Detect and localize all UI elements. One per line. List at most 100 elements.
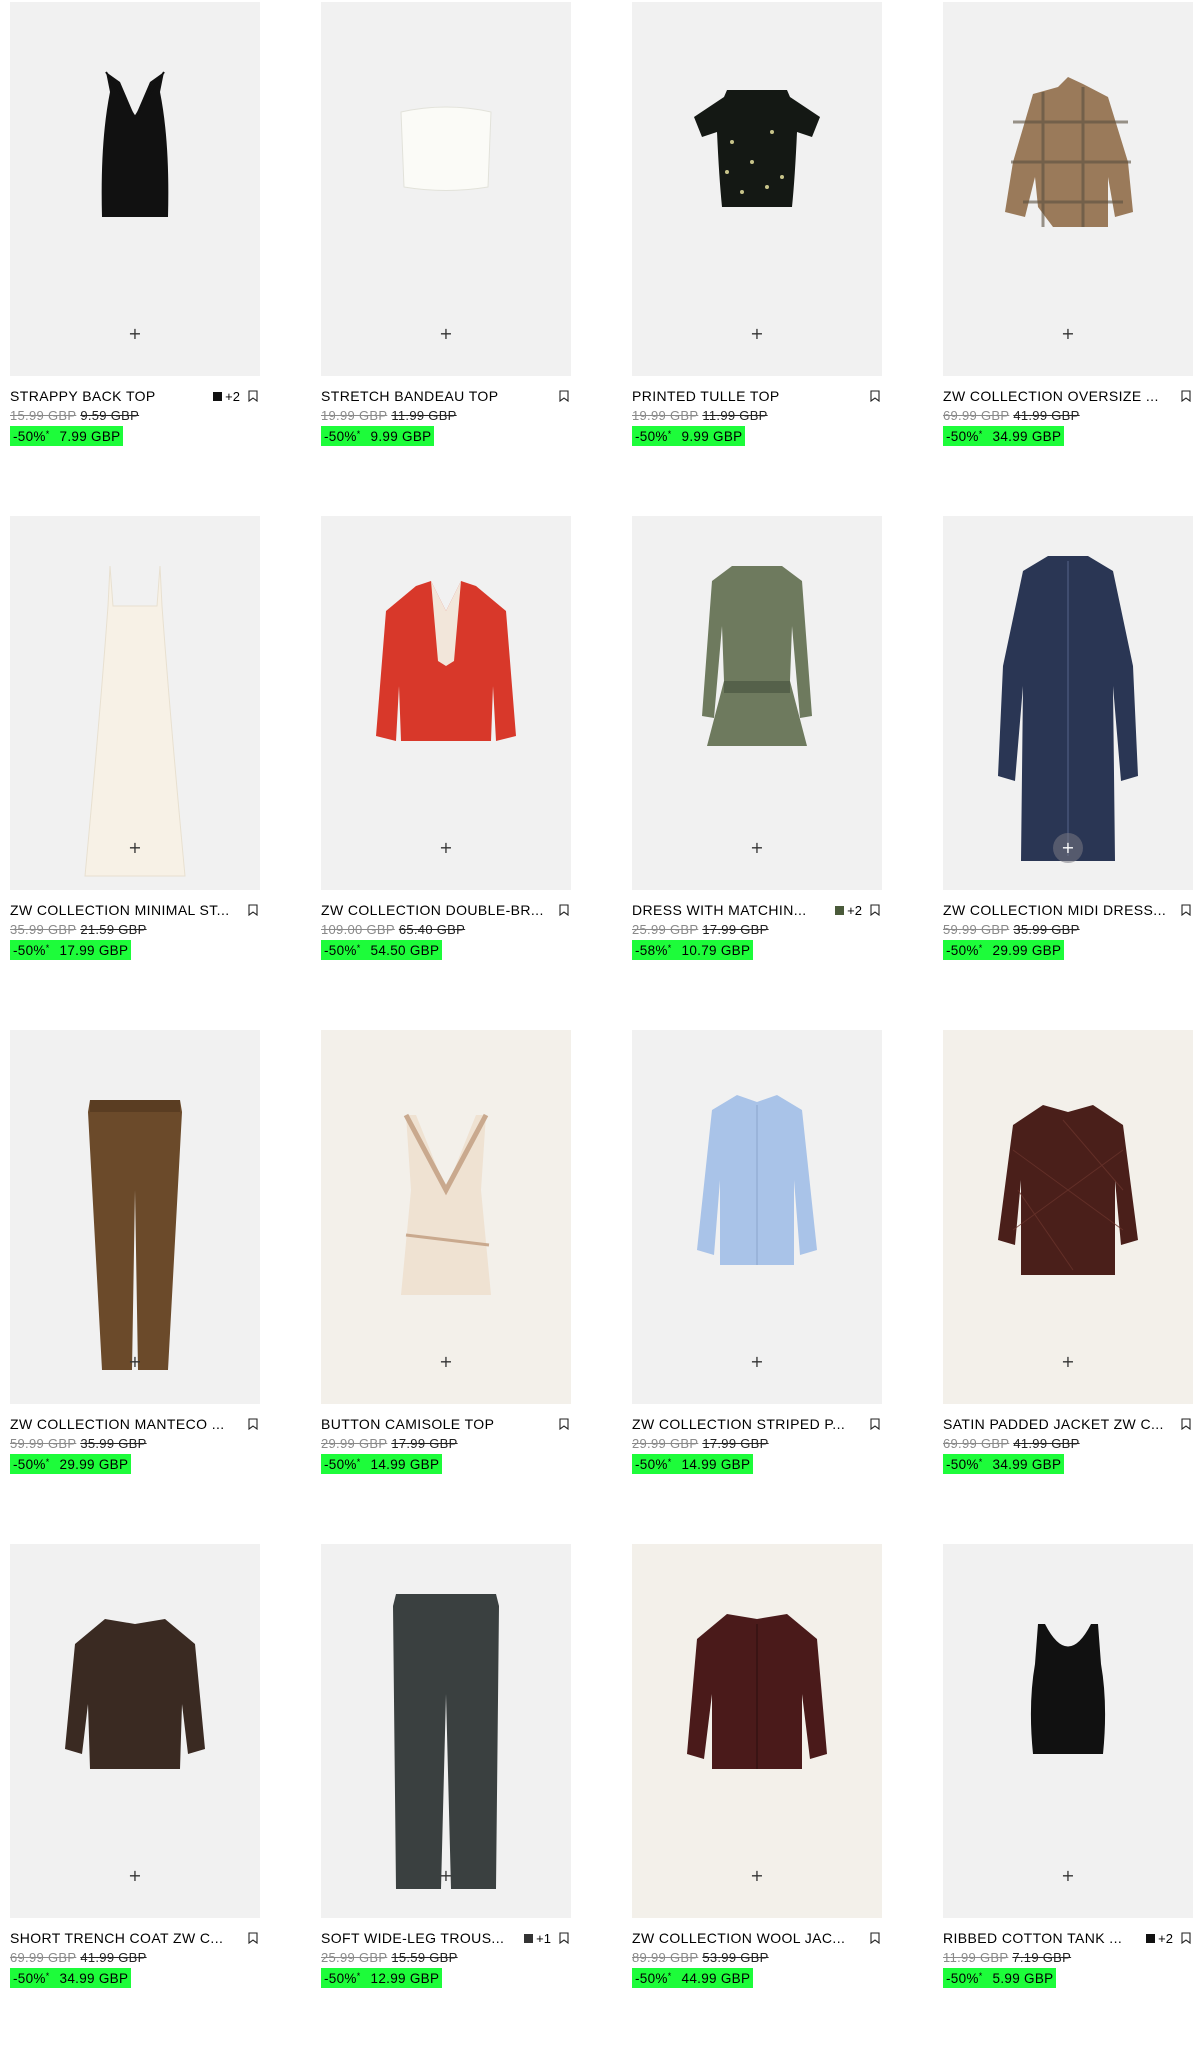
sale-price: 34.99 GBP: [992, 1456, 1062, 1472]
sale-price-badge: -50%* 14.99 GBP: [321, 1454, 443, 1474]
product-image[interactable]: +: [632, 1544, 882, 1918]
quick-add-button[interactable]: +: [434, 322, 458, 346]
product-image[interactable]: +: [632, 1030, 882, 1404]
product-image[interactable]: +: [943, 1544, 1193, 1918]
bookmark-icon[interactable]: [870, 1418, 880, 1430]
product-image[interactable]: +: [321, 516, 571, 890]
bookmark-icon[interactable]: [248, 1418, 258, 1430]
bookmark-icon[interactable]: [559, 904, 569, 916]
product-name[interactable]: ZW COLLECTION WOOL JAC...: [632, 1930, 862, 1946]
more-colors-count: +2: [1158, 1930, 1173, 1946]
quick-add-button[interactable]: +: [1056, 1864, 1080, 1888]
product-name[interactable]: STRETCH BANDEAU TOP: [321, 388, 551, 404]
quick-add-button[interactable]: +: [745, 836, 769, 860]
sale-price: 29.99 GBP: [59, 1456, 129, 1472]
product-image[interactable]: +: [321, 1030, 571, 1404]
product-image[interactable]: +: [943, 516, 1193, 890]
bookmark-icon[interactable]: [1181, 1418, 1191, 1430]
bookmark-icon[interactable]: [870, 1932, 880, 1944]
color-swatch[interactable]: +2: [213, 389, 240, 404]
quick-add-button[interactable]: +: [745, 1864, 769, 1888]
product-name-row: ZW COLLECTION OVERSIZE ...: [943, 388, 1193, 404]
color-swatch[interactable]: +1: [524, 1931, 551, 1946]
quick-add-button[interactable]: +: [434, 836, 458, 860]
color-chip: [213, 391, 223, 401]
color-swatch[interactable]: +2: [1146, 1931, 1173, 1946]
product-image[interactable]: +: [10, 1544, 260, 1918]
bookmark-icon[interactable]: [1181, 390, 1191, 402]
quick-add-button[interactable]: +: [1053, 833, 1083, 863]
bookmark-icon[interactable]: [559, 1418, 569, 1430]
quick-add-button[interactable]: +: [123, 1864, 147, 1888]
quick-add-button[interactable]: +: [123, 322, 147, 346]
product-image[interactable]: +: [943, 1030, 1193, 1404]
product-image[interactable]: +: [10, 1030, 260, 1404]
product-info: RIBBED COTTON TANK ... +2 11.99 GBP 7.19 GB…: [943, 1918, 1193, 2058]
previous-price: 17.99 GBP: [702, 922, 769, 937]
quick-add-button[interactable]: +: [434, 1350, 458, 1374]
color-swatch[interactable]: +2: [835, 903, 862, 918]
product-card: + ZW COLLECTION OVERSIZE ... 69.99 GBP 41.9…: [943, 2, 1193, 516]
product-name[interactable]: ZW COLLECTION OVERSIZE ...: [943, 388, 1173, 404]
bandeau-white-image: [400, 106, 492, 191]
product-name[interactable]: STRAPPY BACK TOP: [10, 388, 207, 404]
bookmark-icon[interactable]: [248, 390, 258, 402]
price-row: 25.99 GBP 17.99 GBP: [632, 922, 769, 937]
quick-add-button[interactable]: +: [1056, 322, 1080, 346]
product-image[interactable]: +: [321, 1544, 571, 1918]
product-image[interactable]: +: [10, 2, 260, 376]
quick-add-button[interactable]: +: [745, 1350, 769, 1374]
previous-price: 35.99 GBP: [1013, 922, 1080, 937]
product-name-row: ZW COLLECTION MIDI DRESS...: [943, 902, 1193, 918]
product-name[interactable]: RIBBED COTTON TANK ...: [943, 1930, 1140, 1946]
bookmark-icon[interactable]: [870, 904, 880, 916]
price-row: 35.99 GBP 21.59 GBP: [10, 922, 147, 937]
product-name[interactable]: ZW COLLECTION DOUBLE-BR...: [321, 902, 551, 918]
previous-price: 35.99 GBP: [80, 1436, 147, 1451]
quick-add-button[interactable]: +: [123, 836, 147, 860]
product-name[interactable]: DRESS WITH MATCHIN...: [632, 902, 829, 918]
previous-price: 7.19 GBP: [1012, 1950, 1072, 1965]
bookmark-icon[interactable]: [870, 390, 880, 402]
quick-add-button[interactable]: +: [1056, 1350, 1080, 1374]
short-trench-image: [65, 1619, 205, 1769]
discount-note: *: [978, 428, 983, 439]
product-name[interactable]: PRINTED TULLE TOP: [632, 388, 862, 404]
product-image[interactable]: +: [10, 516, 260, 890]
color-chip: [1146, 1933, 1156, 1943]
quick-add-button[interactable]: +: [434, 1864, 458, 1888]
bookmark-icon[interactable]: [248, 904, 258, 916]
quick-add-button[interactable]: +: [123, 1350, 147, 1374]
previous-price: 41.99 GBP: [1013, 1436, 1080, 1451]
product-name[interactable]: SATIN PADDED JACKET ZW C...: [943, 1416, 1173, 1432]
sale-price: 17.99 GBP: [59, 942, 129, 958]
bookmark-icon[interactable]: [559, 1932, 569, 1944]
product-name[interactable]: BUTTON CAMISOLE TOP: [321, 1416, 551, 1432]
product-image[interactable]: +: [632, 2, 882, 376]
bookmark-icon[interactable]: [248, 1932, 258, 1944]
bookmark-icon[interactable]: [1181, 1932, 1191, 1944]
product-name[interactable]: ZW COLLECTION STRIPED P...: [632, 1416, 862, 1432]
original-price: 59.99 GBP: [943, 922, 1010, 937]
previous-price: 65.40 GBP: [398, 922, 466, 937]
product-name[interactable]: ZW COLLECTION MINIMAL ST...: [10, 902, 240, 918]
sale-price-badge: -50%* 34.99 GBP: [943, 1454, 1065, 1474]
product-name[interactable]: SOFT WIDE-LEG TROUS...: [321, 1930, 518, 1946]
bookmark-icon[interactable]: [1181, 904, 1191, 916]
product-card: + DRESS WITH MATCHIN... +2 25.99 GBP 17.99 G…: [632, 516, 882, 1030]
product-image[interactable]: +: [321, 2, 571, 376]
quick-add-button[interactable]: +: [745, 322, 769, 346]
product-name[interactable]: ZW COLLECTION MANTECO ...: [10, 1416, 240, 1432]
bookmark-icon[interactable]: [559, 390, 569, 402]
product-name-row: STRAPPY BACK TOP +2: [10, 388, 260, 404]
product-name[interactable]: SHORT TRENCH COAT ZW C...: [10, 1930, 240, 1946]
price-row: 109.00 GBP 65.40 GBP: [321, 922, 466, 937]
product-name[interactable]: ZW COLLECTION MIDI DRESS...: [943, 902, 1173, 918]
wide-leg-trousers-image: [393, 1594, 499, 1889]
product-image[interactable]: +: [943, 2, 1193, 376]
discount-note: *: [45, 428, 50, 439]
product-image[interactable]: +: [632, 516, 882, 890]
previous-price: 9.59 GBP: [80, 408, 140, 423]
discount-value: -50%: [946, 428, 979, 444]
previous-price: 41.99 GBP: [80, 1950, 147, 1965]
